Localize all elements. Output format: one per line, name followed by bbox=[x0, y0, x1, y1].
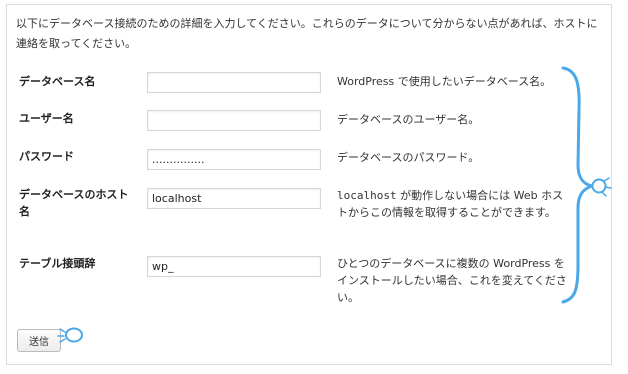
dbname-description: WordPress で使用したいデータベース名。 bbox=[337, 75, 552, 88]
password-description: データベースのパスワード。 bbox=[337, 151, 480, 164]
prefix-label: テーブル接頭辞 bbox=[19, 257, 96, 270]
setup-form-panel bbox=[6, 4, 612, 365]
dbhost-description: localhost が動作しない場合には Web ホストからこの情報を取得するこ… bbox=[337, 187, 569, 221]
password-input[interactable] bbox=[147, 149, 321, 170]
prefix-description: ひとつのデータベースに複数の WordPress をインストールしたい場合、これ… bbox=[337, 257, 567, 304]
dbname-label: データベース名 bbox=[19, 75, 96, 88]
intro-text: 以下にデータベース接続のための詳細を入力してください。これらのデータについて分か… bbox=[16, 17, 598, 50]
username-input[interactable] bbox=[147, 110, 321, 131]
username-label: ユーザー名 bbox=[19, 112, 74, 125]
dbhost-input[interactable] bbox=[147, 188, 321, 209]
dbname-input[interactable] bbox=[147, 72, 321, 93]
prefix-input[interactable] bbox=[147, 256, 321, 277]
dbhost-description-code: localhost bbox=[337, 189, 397, 202]
password-label: パスワード bbox=[19, 150, 74, 163]
dbhost-label: データベースのホスト名 bbox=[19, 188, 129, 218]
username-description: データベースのユーザー名。 bbox=[337, 113, 480, 126]
submit-button[interactable]: 送信 bbox=[17, 329, 61, 352]
